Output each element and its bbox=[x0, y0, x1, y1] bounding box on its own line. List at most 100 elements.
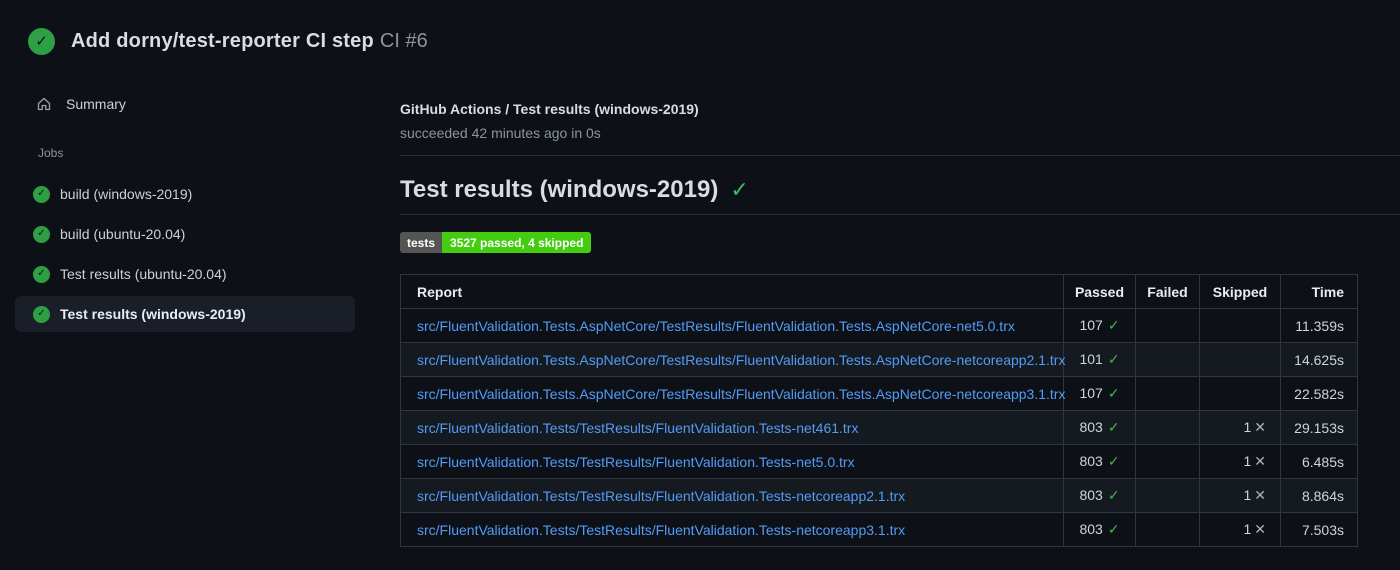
skipped-cell: ✕ bbox=[1199, 376, 1281, 411]
summary-label: Summary bbox=[66, 96, 126, 112]
time-cell: 29.153s bbox=[1280, 410, 1358, 445]
table-row: src/FluentValidation.Tests.AspNetCore/Te… bbox=[400, 376, 1358, 411]
jobs-list: ✓ build (windows-2019) ✓ build (ubuntu-2… bbox=[0, 176, 380, 332]
failed-cell bbox=[1135, 444, 1200, 479]
passed-cell: 803 ✓ bbox=[1063, 444, 1136, 479]
failed-cell bbox=[1135, 308, 1200, 343]
report-cell: src/FluentValidation.Tests/TestResults/F… bbox=[400, 444, 1064, 479]
time-cell: 8.864s bbox=[1280, 478, 1358, 513]
time-cell: 22.582s bbox=[1280, 376, 1358, 411]
check-icon: ✓ bbox=[1107, 317, 1120, 333]
check-icon: ✓ bbox=[1107, 419, 1120, 435]
passed-cell: 101 ✓ bbox=[1063, 342, 1136, 377]
report-cell: src/FluentValidation.Tests.AspNetCore/Te… bbox=[400, 342, 1065, 377]
report-link[interactable]: src/FluentValidation.Tests/TestResults/F… bbox=[417, 420, 858, 436]
run-header: ✓ Add dorny/test-reporter CI step CI #6 bbox=[28, 28, 428, 55]
skipped-cell: ✕ bbox=[1199, 308, 1281, 343]
failed-cell bbox=[1135, 512, 1200, 547]
skipped-cell: 1 ✕ bbox=[1199, 410, 1281, 445]
time-cell: 11.359s bbox=[1280, 308, 1358, 343]
table-header-row: Report Passed Failed Skipped Time bbox=[400, 274, 1358, 309]
table-row: src/FluentValidation.Tests/TestResults/F… bbox=[400, 444, 1358, 479]
report-link[interactable]: src/FluentValidation.Tests/TestResults/F… bbox=[417, 522, 905, 538]
time-cell: 7.503s bbox=[1280, 512, 1358, 547]
report-link[interactable]: src/FluentValidation.Tests/TestResults/F… bbox=[417, 488, 905, 504]
time-cell: 6.485s bbox=[1280, 444, 1358, 479]
home-icon bbox=[37, 97, 51, 111]
check-icon: ✓ bbox=[37, 308, 46, 319]
check-icon: ✓ bbox=[1107, 385, 1120, 401]
failed-cell bbox=[1135, 376, 1200, 411]
report-cell: src/FluentValidation.Tests/TestResults/F… bbox=[400, 478, 1064, 513]
column-header-skipped: Skipped bbox=[1199, 274, 1281, 309]
table-row: src/FluentValidation.Tests.AspNetCore/Te… bbox=[400, 308, 1358, 343]
sidebar-item-job[interactable]: ✓ build (ubuntu-20.04) bbox=[15, 216, 355, 252]
header-divider bbox=[400, 155, 1400, 156]
column-header-report: Report bbox=[400, 274, 1064, 309]
run-number: CI #6 bbox=[379, 30, 428, 52]
workflow-breadcrumb: GitHub Actions / Test results (windows-2… bbox=[400, 101, 699, 117]
column-header-time: Time bbox=[1280, 274, 1358, 309]
badge-label: tests bbox=[400, 232, 443, 253]
check-icon: ✓ bbox=[1107, 487, 1120, 503]
cross-icon: ✕ bbox=[1254, 487, 1266, 503]
check-icon: ✓ bbox=[1107, 521, 1120, 537]
failed-cell bbox=[1135, 478, 1200, 513]
section-heading: Test results (windows-2019) ✓ bbox=[400, 175, 1400, 205]
heading-check-icon: ✓ bbox=[730, 177, 749, 202]
passed-cell: 107 ✓ bbox=[1063, 308, 1136, 343]
passed-cell: 803 ✓ bbox=[1063, 478, 1136, 513]
check-icon: ✓ bbox=[1107, 453, 1120, 469]
heading-divider bbox=[400, 214, 1400, 215]
cross-icon: ✕ bbox=[1254, 521, 1266, 537]
report-cell: src/FluentValidation.Tests/TestResults/F… bbox=[400, 512, 1064, 547]
report-cell: src/FluentValidation.Tests.AspNetCore/Te… bbox=[400, 308, 1064, 343]
check-icon: ✓ bbox=[37, 188, 46, 199]
job-success-check-circle-icon: ✓ bbox=[33, 185, 50, 203]
table-row: src/FluentValidation.Tests/TestResults/F… bbox=[400, 410, 1358, 445]
passed-cell: 803 ✓ bbox=[1063, 410, 1136, 445]
sidebar-item-job[interactable]: ✓ build (windows-2019) bbox=[15, 176, 355, 212]
check-icon: ✓ bbox=[1107, 351, 1120, 367]
run-status-line: succeeded 42 minutes ago in 0s bbox=[400, 125, 601, 141]
job-success-check-circle-icon: ✓ bbox=[33, 305, 50, 323]
skipped-cell: 1 ✕ bbox=[1199, 478, 1281, 513]
report-link[interactable]: src/FluentValidation.Tests.AspNetCore/Te… bbox=[417, 352, 1065, 368]
failed-cell bbox=[1135, 342, 1200, 377]
table-row: src/FluentValidation.Tests/TestResults/F… bbox=[400, 478, 1358, 513]
report-cell: src/FluentValidation.Tests.AspNetCore/Te… bbox=[400, 376, 1065, 411]
job-success-check-circle-icon: ✓ bbox=[33, 265, 50, 283]
passed-cell: 803 ✓ bbox=[1063, 512, 1136, 547]
run-title-group: Add dorny/test-reporter CI step CI #6 bbox=[71, 30, 428, 53]
app-root: { "header": { "title": "Add dorny/test-r… bbox=[0, 0, 1400, 570]
report-link[interactable]: src/FluentValidation.Tests.AspNetCore/Te… bbox=[417, 386, 1065, 402]
column-header-failed: Failed bbox=[1135, 274, 1200, 309]
main-content: GitHub Actions / Test results (windows-2… bbox=[400, 100, 1400, 547]
report-link[interactable]: src/FluentValidation.Tests.AspNetCore/Te… bbox=[417, 318, 1015, 334]
results-table: Report Passed Failed Skipped Time src/Fl… bbox=[400, 274, 1358, 547]
table-row: src/FluentValidation.Tests/TestResults/F… bbox=[400, 512, 1358, 547]
tests-badge: tests 3527 passed, 4 skipped bbox=[400, 232, 592, 253]
job-label: Test results (ubuntu-20.04) bbox=[60, 266, 227, 282]
time-cell: 14.625s bbox=[1280, 342, 1358, 377]
job-success-check-circle-icon: ✓ bbox=[33, 225, 50, 243]
sidebar-item-job[interactable]: ✓ Test results (windows-2019) bbox=[15, 296, 355, 332]
job-label: build (windows-2019) bbox=[60, 186, 193, 202]
check-icon: ✓ bbox=[35, 33, 48, 50]
job-label: build (ubuntu-20.04) bbox=[60, 226, 186, 242]
sidebar-item-summary[interactable]: Summary bbox=[0, 88, 380, 120]
badge-value: 3527 passed, 4 skipped bbox=[442, 232, 592, 253]
skipped-cell: 1 ✕ bbox=[1199, 444, 1281, 479]
sidebar-item-job[interactable]: ✓ Test results (ubuntu-20.04) bbox=[15, 256, 355, 292]
section-title: Test results (windows-2019) bbox=[400, 176, 719, 203]
sidebar: Summary Jobs ✓ build (windows-2019) ✓ bu… bbox=[0, 88, 380, 336]
jobs-section-label: Jobs bbox=[38, 146, 64, 160]
table-row: src/FluentValidation.Tests.AspNetCore/Te… bbox=[400, 342, 1358, 377]
skipped-cell: ✕ bbox=[1199, 342, 1281, 377]
skipped-cell: 1 ✕ bbox=[1199, 512, 1281, 547]
cross-icon: ✕ bbox=[1254, 453, 1266, 469]
report-link[interactable]: src/FluentValidation.Tests/TestResults/F… bbox=[417, 454, 855, 470]
check-icon: ✓ bbox=[37, 228, 46, 239]
run-title: Add dorny/test-reporter CI step bbox=[71, 30, 374, 52]
passed-cell: 107 ✓ bbox=[1063, 376, 1136, 411]
